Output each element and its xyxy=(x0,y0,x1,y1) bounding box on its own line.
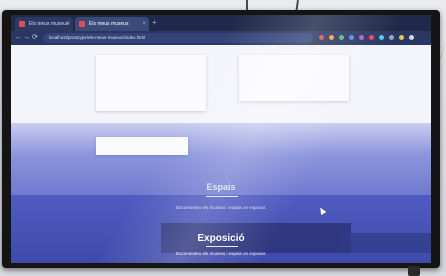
extension-icon[interactable] xyxy=(389,35,394,40)
extension-icon[interactable] xyxy=(359,35,364,40)
forward-icon[interactable]: → xyxy=(23,32,30,44)
browser-tab[interactable]: Els meus museus × xyxy=(15,17,73,31)
browser-toolbar: ← → ⟳ localhost/prototype/els-meus-museu… xyxy=(11,31,431,45)
extension-icon[interactable] xyxy=(399,35,404,40)
favicon-icon xyxy=(19,21,25,27)
extension-icon[interactable] xyxy=(369,35,374,40)
section-subtitle: Documenteu els museus i espais on exposa… xyxy=(175,205,267,210)
extension-icon[interactable] xyxy=(329,35,334,40)
close-icon[interactable]: × xyxy=(66,17,70,31)
divider xyxy=(206,246,238,247)
monitor-foot xyxy=(408,266,420,276)
section-title: Exposició xyxy=(197,233,245,244)
content-card[interactable] xyxy=(239,55,349,101)
extension-icon[interactable] xyxy=(339,35,344,40)
reload-icon[interactable]: ⟳ xyxy=(32,32,38,44)
favicon-icon xyxy=(79,21,85,27)
content-card[interactable] xyxy=(96,137,188,155)
screen: Els meus museus × Els meus museus × + ← … xyxy=(11,15,431,263)
section-title: Espais xyxy=(206,182,236,192)
monitor: Els meus museus × Els meus museus × + ← … xyxy=(2,10,440,276)
divider xyxy=(206,196,238,197)
address-bar[interactable]: localhost/prototype/els-meus-museus/inde… xyxy=(43,33,313,43)
tab-label: Els meus museus xyxy=(89,21,129,27)
browser-tab-active[interactable]: Els meus museus × xyxy=(75,17,149,31)
extension-icon[interactable] xyxy=(379,35,384,40)
content-card[interactable] xyxy=(96,55,206,111)
tab-label: Els meus museus xyxy=(29,21,69,27)
web-page: Espais Documenteu els museus i espais on… xyxy=(11,45,431,263)
extension-icon[interactable] xyxy=(319,35,324,40)
extension-icon[interactable] xyxy=(409,35,414,40)
section-subtitle: Documenteu els museus i espais on exposa… xyxy=(175,251,267,256)
browser-tab-bar: Els meus museus × Els meus museus × + xyxy=(11,15,431,31)
extension-icon[interactable] xyxy=(349,35,354,40)
new-tab-button[interactable]: + xyxy=(152,17,157,29)
back-icon[interactable]: ← xyxy=(15,32,22,44)
close-icon[interactable]: × xyxy=(142,17,146,31)
